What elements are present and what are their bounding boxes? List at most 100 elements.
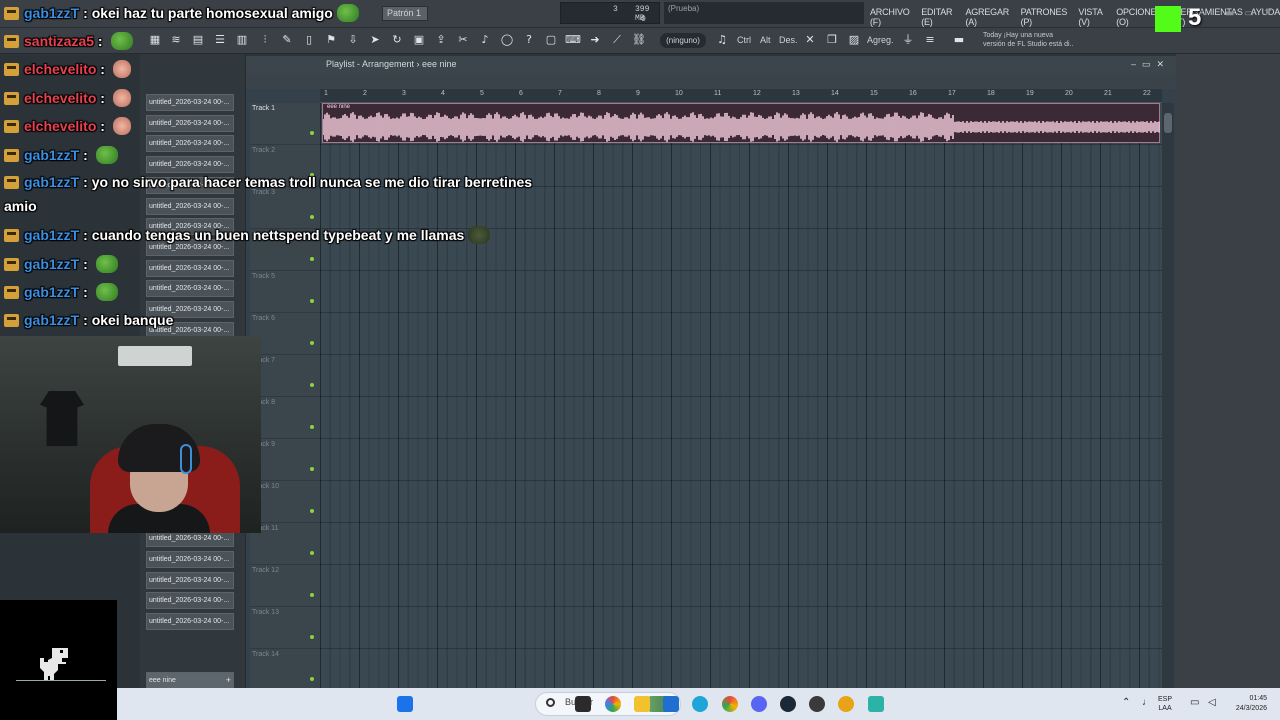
track-led-icon[interactable]	[310, 677, 314, 681]
menu-item[interactable]: EDITAR (E)	[921, 7, 960, 27]
browser-item[interactable]: untitled_2026-03-24 00-...	[146, 571, 234, 589]
ctrl-label[interactable]: Ctrl	[737, 35, 751, 45]
memory-value: 399 MB	[635, 5, 650, 23]
steam-icon[interactable]	[780, 696, 796, 712]
track-header[interactable]: Track 12	[250, 565, 320, 607]
browser-item[interactable]: untitled_2026-03-24 00-...	[146, 613, 234, 631]
track-led-icon[interactable]	[310, 635, 314, 639]
track-led-icon[interactable]	[310, 341, 314, 345]
track-header[interactable]: Track 14	[250, 649, 320, 691]
chat-separator: :	[79, 284, 92, 300]
ruler-bar-number: 21	[1104, 90, 1112, 97]
slider-icon[interactable]: ▬	[948, 31, 970, 49]
menu-item[interactable]: PATRONES (P)	[1021, 7, 1074, 27]
track-led-icon[interactable]	[310, 551, 314, 555]
chevron-up-icon[interactable]: ⌃	[1122, 697, 1130, 708]
track-name: Track 14	[252, 651, 279, 658]
start-icon[interactable]	[397, 696, 413, 712]
edge-icon[interactable]	[692, 696, 708, 712]
news-line-2: versión de FL Studio está di..	[983, 41, 1074, 48]
emote-hand-icon	[112, 89, 131, 107]
app-icon[interactable]	[868, 696, 884, 712]
chrome-icon[interactable]	[722, 696, 738, 712]
track-led-icon[interactable]	[310, 509, 314, 513]
language-code: ESP	[1158, 696, 1173, 703]
menu-item[interactable]: VISTA (V)	[1078, 7, 1111, 27]
undo-label[interactable]: Des.	[779, 35, 798, 45]
tuner-icon[interactable]: ⏚	[899, 31, 917, 49]
emote-frog-icon	[95, 255, 118, 273]
search-icon	[546, 698, 555, 707]
track-header[interactable]: Track 13	[250, 607, 320, 649]
copy-icon[interactable]: ❐	[823, 31, 841, 49]
chat-separator: :	[96, 118, 109, 134]
add-label[interactable]: Agreg.	[867, 35, 894, 45]
paste-icon[interactable]: ▨	[845, 31, 863, 49]
track-led-icon[interactable]	[310, 467, 314, 471]
playlist-window-controls[interactable]: –▭✕	[1131, 56, 1170, 73]
main-menu: ARCHIVO (F) EDITAR (E) AGREGAR (A) PATRONES…	[870, 7, 1280, 27]
browser-item-active[interactable]: eee nine +	[146, 672, 234, 689]
chat-username: gab1zzT	[24, 147, 80, 163]
brush-icon[interactable]: ⟋	[608, 31, 626, 49]
fl-studio-icon[interactable]	[838, 696, 854, 712]
link-icon[interactable]: ⛓	[630, 31, 648, 49]
emote-frog-icon	[110, 32, 133, 50]
window-controls: ▬ ▭ ✕	[1225, 8, 1272, 19]
chat-username: elchevelito	[24, 118, 97, 134]
minimize-icon[interactable]: ▬	[1225, 8, 1234, 19]
emote-frog-icon	[95, 146, 118, 164]
vertical-scrollbar[interactable]	[1162, 103, 1174, 688]
menu-item[interactable]: AGREGAR (A)	[965, 7, 1015, 27]
obs-icon[interactable]	[809, 696, 825, 712]
crown-badge-icon	[4, 120, 19, 133]
clock[interactable]: 01:45 24/3/2026	[1227, 694, 1267, 714]
crown-badge-icon	[4, 314, 19, 327]
network-icon[interactable]: ▭	[1190, 697, 1199, 708]
track-led-icon[interactable]	[310, 425, 314, 429]
explorer-icon[interactable]	[634, 696, 650, 712]
emote-frog-icon	[95, 283, 118, 301]
chat-message: santizaza5 :	[4, 32, 133, 50]
copilot-icon[interactable]	[605, 696, 621, 712]
browser-item[interactable]: untitled_2026-03-24 00-...	[146, 550, 234, 568]
ruler-bar-number: 13	[792, 90, 800, 97]
store-icon[interactable]	[663, 696, 679, 712]
maximize-icon[interactable]: ▭	[1244, 8, 1253, 19]
track-led-icon[interactable]	[310, 593, 314, 597]
menu-item[interactable]: ARCHIVO (F)	[870, 7, 916, 27]
streamer	[108, 424, 210, 533]
metronome-icon[interactable]: ♫	[713, 31, 731, 49]
chat-message: amio	[4, 198, 37, 214]
discord-icon[interactable]	[751, 696, 767, 712]
hint-text: (Prueba)	[668, 4, 700, 13]
system-tray: ⌃ ♩ ESP LAA ▭ ◁ 01:45 24/3/2026	[1122, 688, 1280, 720]
language-indicator[interactable]: ESP LAA	[1158, 695, 1172, 713]
close-tool-icon[interactable]: ✕	[801, 31, 819, 49]
close-icon[interactable]: ✕	[1264, 8, 1272, 19]
crown-badge-icon	[4, 258, 19, 271]
chat-username: elchevelito	[24, 61, 97, 77]
list-icon[interactable]: ≡	[921, 31, 939, 49]
emote-hand-icon	[112, 60, 131, 78]
chat-separator: :	[96, 90, 109, 106]
scroll-thumb[interactable]	[1164, 113, 1172, 133]
volume-icon[interactable]: ◁	[1208, 697, 1216, 708]
snap-selector[interactable]: (ninguno)	[660, 33, 706, 48]
mic-icon[interactable]: ♩	[1142, 697, 1152, 708]
taskview-icon[interactable]	[575, 696, 591, 712]
headset	[180, 444, 192, 474]
air-conditioner	[118, 346, 192, 366]
ruler-bar-number: 9	[636, 90, 640, 97]
dino-icon	[40, 648, 68, 680]
ruler-bar-number: 14	[831, 90, 839, 97]
news-panel[interactable]: Today ¡Hay una nueva versión de FL Studi…	[983, 31, 1083, 53]
ruler-bar-number: 11	[714, 90, 722, 97]
alt-label[interactable]: Alt	[760, 35, 771, 45]
browser-item[interactable]: untitled_2026-03-24 00-...	[146, 592, 234, 610]
chat-text: amio	[4, 198, 37, 214]
chat-message: elchevelito :	[4, 60, 131, 78]
ruler-bar-number: 12	[753, 90, 761, 97]
add-icon[interactable]: +	[226, 673, 231, 688]
track-led-icon[interactable]	[310, 383, 314, 387]
